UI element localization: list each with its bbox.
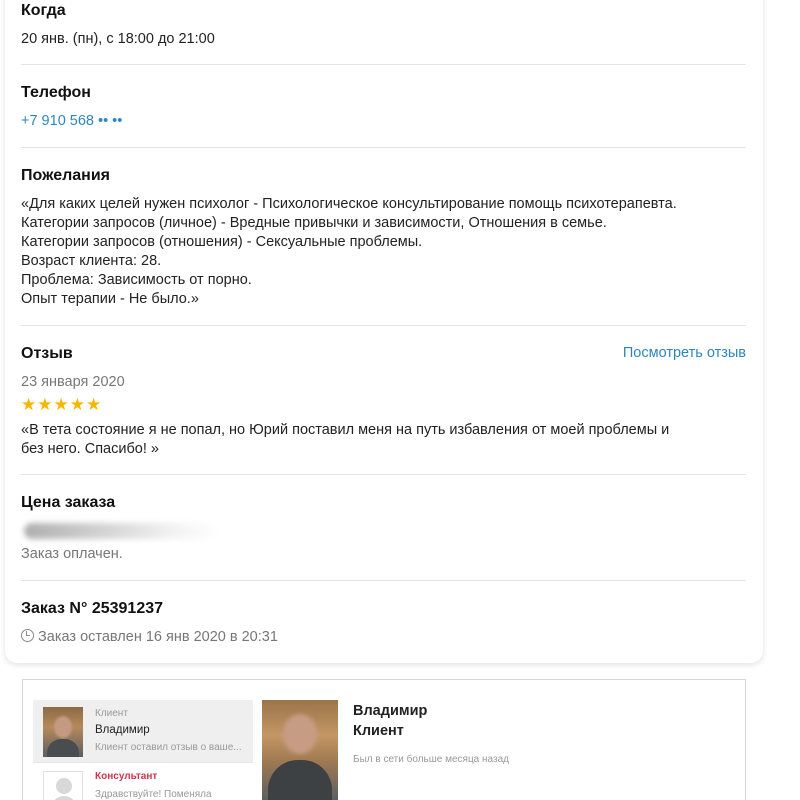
wishes-text: «Для каких целей нужен психолог - Психол… — [21, 195, 746, 309]
profile-role: Клиент — [353, 723, 404, 739]
avatar — [43, 707, 83, 757]
order-placed-text: Заказ оставлен 16 янв 2020 в 20:31 — [38, 629, 278, 645]
chat-item-preview: Клиент оставил отзыв о ваше... — [95, 742, 242, 753]
payment-status: Заказ оплачен. — [21, 546, 123, 562]
divider — [21, 474, 746, 475]
divider — [21, 147, 746, 148]
order-number: Заказ N° 25391237 — [21, 600, 164, 617]
wishes-heading: Пожелания — [21, 167, 110, 184]
price-heading: Цена заказа — [21, 494, 116, 511]
wishes-line: Проблема: Зависимость от порно. — [21, 272, 252, 288]
wishes-line: Опыт терапии - Не было.» — [21, 291, 199, 307]
wishes-line: Категории запросов (личное) - Вредные пр… — [21, 215, 607, 231]
wishes-line: «Для каких целей нужен психолог - Психол… — [21, 196, 677, 212]
phone-heading: Телефон — [21, 84, 91, 101]
profile-status: Был в сети больше месяца назад — [353, 754, 509, 765]
divider — [21, 64, 746, 65]
clock-icon — [21, 629, 34, 642]
divider — [21, 325, 746, 326]
when-heading: Когда — [21, 2, 66, 19]
chat-item-client[interactable]: Клиент Владимир Клиент оставил отзыв о в… — [33, 700, 253, 763]
view-review-link[interactable]: Посмотреть отзыв — [623, 345, 746, 361]
chat-item-role: Консультант — [95, 771, 158, 782]
profile-name: Владимир — [353, 703, 428, 719]
chat-list: Клиент Владимир Клиент оставил отзыв о в… — [33, 700, 253, 800]
review-text-line: «В тета состояние я не попал, но Юрий по… — [21, 422, 670, 438]
chat-item-consultant[interactable]: Консультант Здравствуйте! Поменяла — [33, 763, 253, 800]
order-placed: Заказ оставлен 16 янв 2020 в 20:31 — [21, 629, 746, 645]
chat-item-preview: Здравствуйте! Поменяла — [95, 789, 212, 800]
user-placeholder-icon — [43, 771, 83, 800]
wishes-line: Категории запросов (отношения) - Сексуал… — [21, 234, 423, 250]
review-date: 23 января 2020 — [21, 374, 125, 390]
divider — [21, 580, 746, 581]
chat-panel: Клиент Владимир Клиент оставил отзыв о в… — [22, 679, 746, 800]
price-value-blurred — [24, 523, 219, 539]
review-text-line: без него. Спасибо! » — [21, 441, 159, 457]
review-text: «В тета состояние я не попал, но Юрий по… — [21, 421, 746, 459]
profile-avatar — [262, 700, 338, 800]
when-value: 20 янв. (пн), с 18:00 до 21:00 — [21, 31, 215, 47]
wishes-line: Возраст клиента: 28. — [21, 253, 162, 269]
rating-stars-icon: ★★★★★ — [21, 395, 103, 414]
phone-link[interactable]: +7 910 568 •• •• — [21, 113, 122, 129]
chat-item-name: Владимир — [95, 724, 150, 736]
chat-item-role: Клиент — [95, 708, 128, 719]
